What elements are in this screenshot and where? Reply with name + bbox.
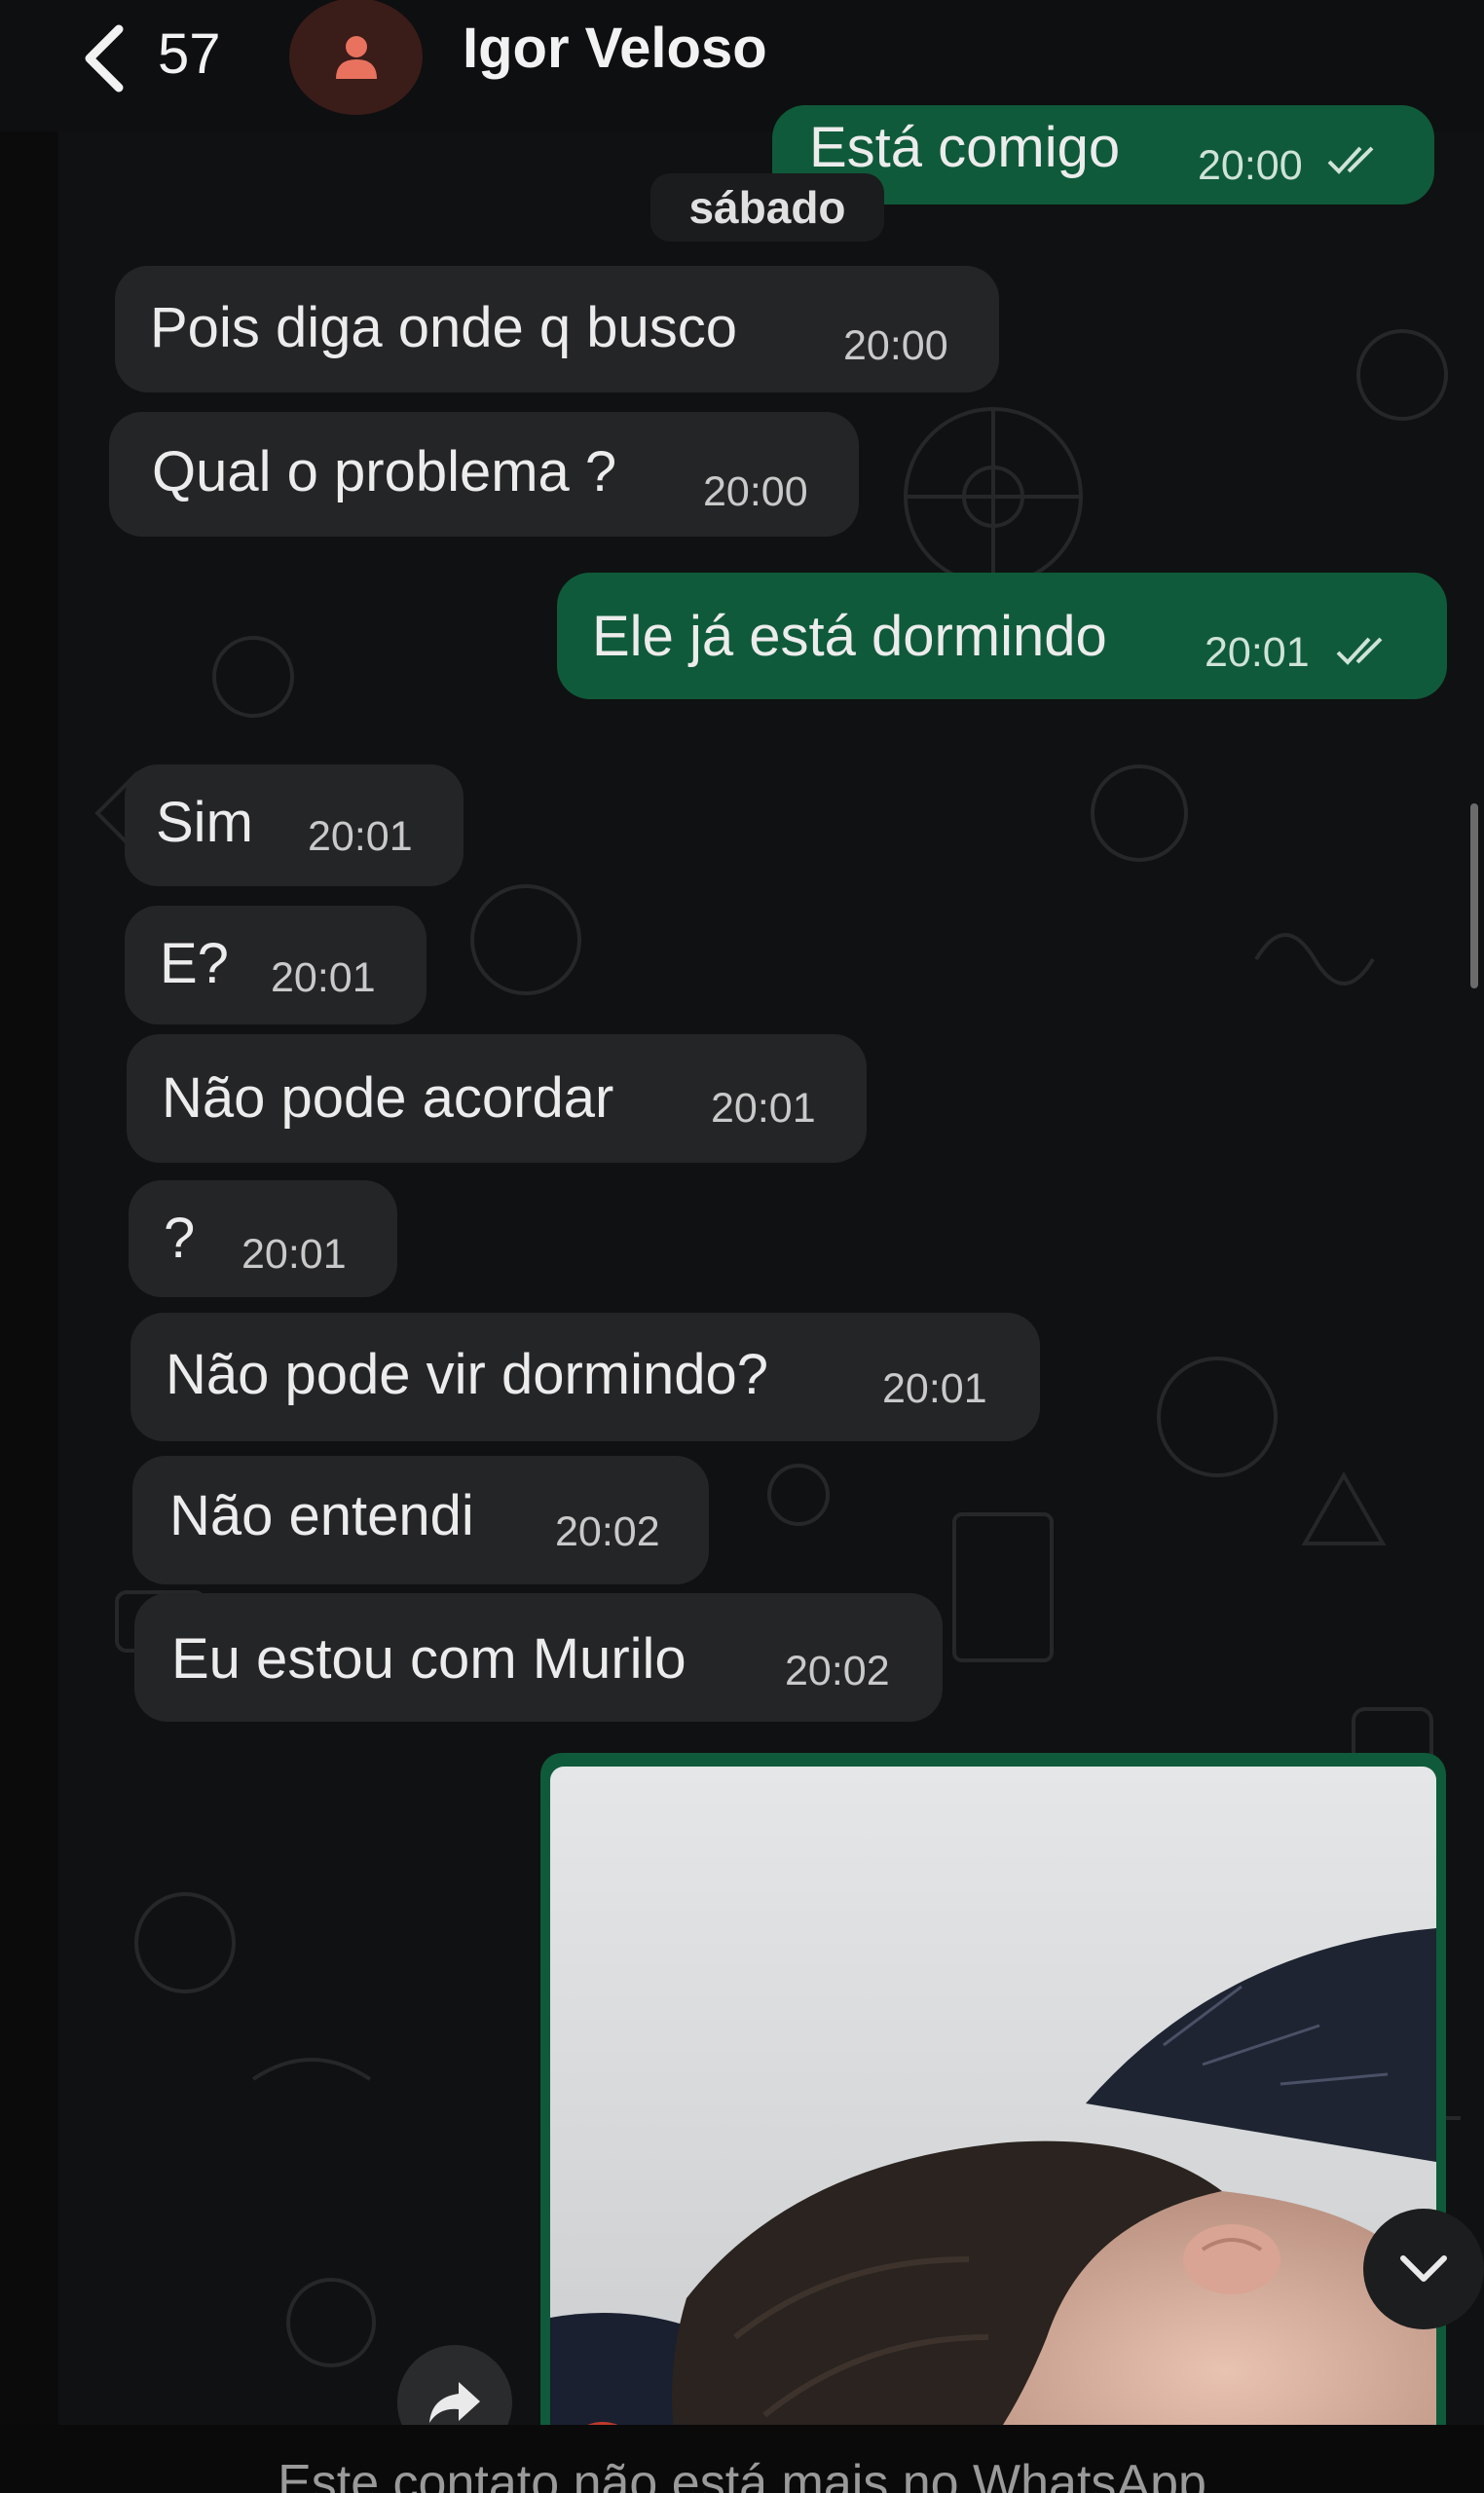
photo-sleeping-child (550, 1767, 1436, 2493)
message-incoming[interactable]: Não pode vir dormindo? 20:01 (130, 1313, 1040, 1441)
message-text: E? (160, 932, 229, 995)
message-text: Ele já está dormindo (592, 605, 1107, 668)
message-incoming[interactable]: E? 20:01 (125, 906, 427, 1024)
message-outgoing[interactable]: Ele já está dormindo 20:01 (557, 573, 1447, 699)
avatar[interactable] (289, 0, 423, 115)
message-time: 20:01 (241, 1231, 347, 1278)
message-time: 20:01 (271, 954, 376, 1001)
message-text: Eu estou com Murilo (171, 1627, 686, 1691)
chevron-down-icon (1400, 2255, 1447, 2282)
message-incoming[interactable]: Qual o problema ? 20:00 (109, 412, 859, 537)
message-incoming[interactable]: Não pode acordar 20:01 (127, 1034, 867, 1163)
message-time: 20:01 (308, 813, 413, 860)
message-text: Pois diga onde q busco (150, 296, 737, 359)
message-time: 20:01 (882, 1365, 987, 1412)
message-time: 20:02 (555, 1508, 660, 1555)
photo-message[interactable] (540, 1753, 1446, 2493)
message-text: ? (164, 1207, 196, 1270)
message-text: Não pode vir dormindo? (166, 1343, 769, 1406)
date-separator: sábado (650, 173, 884, 242)
forward-icon (429, 2382, 480, 2423)
message-incoming[interactable]: ? 20:01 (129, 1180, 397, 1297)
message-text: Sim (156, 791, 253, 854)
double-check-icon (1336, 637, 1383, 665)
message-incoming[interactable]: Não entendi 20:02 (132, 1456, 709, 1584)
message-incoming[interactable]: Eu estou com Murilo 20:02 (134, 1593, 943, 1722)
double-check-icon (1327, 146, 1374, 174)
message-time: 20:01 (1205, 629, 1310, 676)
scrollbar-thumb[interactable] (1470, 803, 1478, 988)
message-time: 20:01 (711, 1085, 816, 1132)
message-text: Não pode acordar (162, 1066, 614, 1130)
message-time: 20:00 (703, 468, 808, 515)
contact-name[interactable]: Igor Veloso (463, 16, 767, 81)
scroll-to-bottom-button[interactable] (1363, 2209, 1484, 2329)
message-incoming[interactable]: Sim 20:01 (125, 764, 464, 886)
message-time: 20:02 (785, 1648, 890, 1694)
back-unread-count[interactable]: 57 (158, 21, 221, 87)
message-time: 20:00 (1198, 142, 1303, 189)
message-text: Está comigo (809, 116, 1121, 179)
message-incoming[interactable]: Pois diga onde q busco 20:00 (115, 266, 999, 392)
message-text: Não entendi (169, 1484, 474, 1547)
message-text: Qual o problema ? (152, 440, 617, 503)
message-time: 20:00 (843, 322, 948, 369)
person-icon (335, 36, 377, 79)
chevron-left-icon[interactable] (76, 19, 134, 97)
footer-notice: Este contato não está mais no WhatsApp (0, 2425, 1484, 2493)
